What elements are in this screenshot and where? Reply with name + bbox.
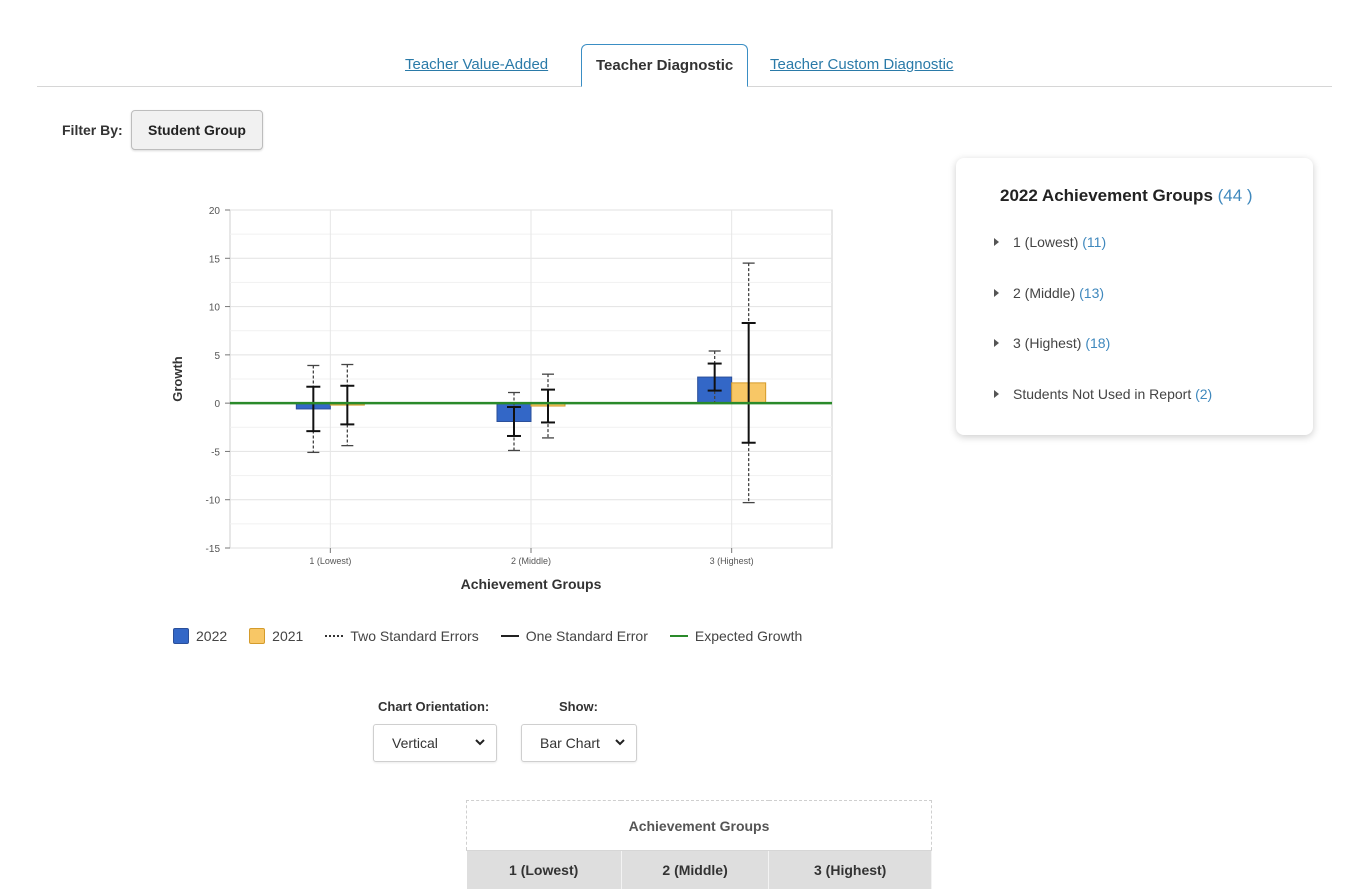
y-tick-label: -5 [211,447,220,458]
group-item-label: 3 (Highest) [1013,335,1081,351]
chevron-down-icon [614,736,626,748]
legend-item-2021[interactable]: 2021 [249,628,303,644]
y-axis-label: Growth [170,356,185,402]
show-label: Show: [559,699,598,714]
table-header: Achievement Groups [467,801,932,851]
x-tick-label: 3 (Highest) [710,556,754,566]
show-select[interactable]: Bar Chart [521,724,637,762]
x-tick-label: 2 (Middle) [511,556,551,566]
legend-label-2022: 2022 [196,628,227,644]
legend-item-2022[interactable]: 2022 [173,628,227,644]
group-item-label: Students Not Used in Report [1013,386,1191,402]
legend-swatch-2022 [173,628,189,644]
panel-title-text: 2022 Achievement Groups [1000,186,1213,205]
legend-item-two-standard-errors[interactable]: Two Standard Errors [325,628,478,644]
group-item-highest[interactable]: 3 (Highest) (18) [994,335,1110,351]
y-tick-label: 10 [209,303,221,314]
tab-teacher-custom-diagnostic[interactable]: Teacher Custom Diagnostic [770,44,953,86]
chevron-down-icon [474,736,486,748]
green-line-icon [670,635,688,637]
report-tabs: Teacher Value-Added Teacher Diagnostic T… [37,44,1332,87]
chart-orientation-value: Vertical [392,735,438,751]
group-item-count: (2) [1195,386,1212,402]
panel-title: 2022 Achievement Groups (44 ) [1000,186,1253,206]
achievement-groups-table: Achievement Groups 1 (Lowest) 2 (Middle)… [466,800,932,889]
group-item-count: (11) [1082,234,1106,250]
legend-label-two-se: Two Standard Errors [350,628,478,644]
filter-label: Filter By: [62,122,123,138]
legend-item-expected-growth[interactable]: Expected Growth [670,628,802,644]
dotted-line-icon [325,635,343,637]
legend-label-expected: Expected Growth [695,628,802,644]
tab-teacher-value-added[interactable]: Teacher Value-Added [405,44,548,86]
caret-right-icon [994,339,999,347]
y-tick-label: 15 [209,254,221,265]
group-item-label: 1 (Lowest) [1013,234,1078,250]
group-item-count: (13) [1079,285,1104,301]
group-item-label: 2 (Middle) [1013,285,1075,301]
achievement-groups-panel: 2022 Achievement Groups (44 ) 1 (Lowest)… [956,158,1313,435]
caret-right-icon [994,390,999,398]
chart-orientation-label: Chart Orientation: [378,699,489,714]
group-item-middle[interactable]: 2 (Middle) (13) [994,285,1104,301]
tab-teacher-diagnostic[interactable]: Teacher Diagnostic [581,44,748,87]
group-item-not-used[interactable]: Students Not Used in Report (2) [994,386,1212,402]
legend-label-2021: 2021 [272,628,303,644]
legend-item-one-standard-error[interactable]: One Standard Error [501,628,648,644]
legend-swatch-2021 [249,628,265,644]
chart-legend: 2022 2021 Two Standard Errors One Standa… [173,628,824,644]
caret-right-icon [994,238,999,246]
x-tick-label: 1 (Lowest) [309,556,351,566]
caret-right-icon [994,289,999,297]
legend-label-one-se: One Standard Error [526,628,648,644]
y-tick-label: 20 [209,206,221,217]
y-tick-label: 0 [214,399,220,410]
group-item-lowest[interactable]: 1 (Lowest) (11) [994,234,1106,250]
y-tick-label: 5 [214,351,220,362]
chart-orientation-select[interactable]: Vertical [373,724,497,762]
y-tick-label: -10 [206,496,221,507]
growth-bar-chart: 20 15 10 5 0 -5 -10 -15 1 (Lowest) 2 (Middle) 3 (H… [150,190,850,610]
table-column-header[interactable]: 2 (Middle) [621,851,769,889]
table-column-header[interactable]: 1 (Lowest) [467,851,622,889]
student-group-filter-button[interactable]: Student Group [131,110,263,150]
group-item-count: (18) [1085,335,1110,351]
table-column-header[interactable]: 3 (Highest) [769,851,932,889]
x-axis-label: Achievement Groups [461,576,602,592]
y-tick-label: -15 [206,544,221,555]
show-value: Bar Chart [540,735,600,751]
panel-total-count: (44 ) [1218,186,1253,205]
solid-line-icon [501,635,519,637]
